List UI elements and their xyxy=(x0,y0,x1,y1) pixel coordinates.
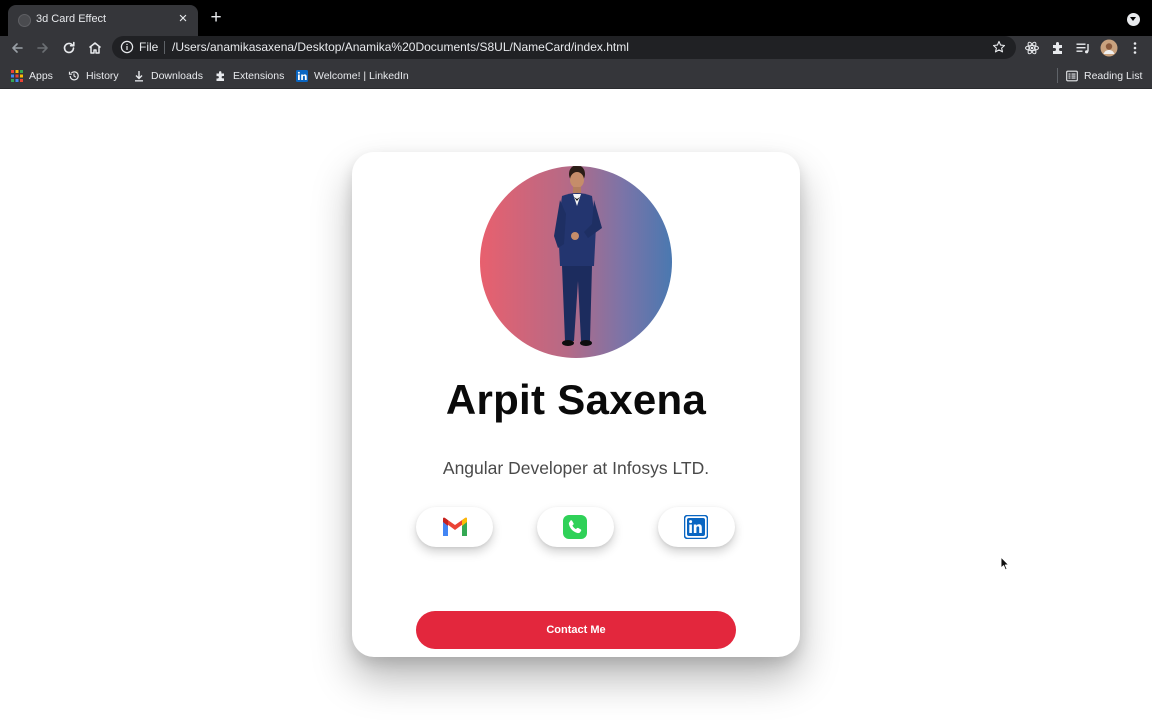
bookmark-star-icon[interactable] xyxy=(992,40,1006,54)
bookmark-label: Welcome! | LinkedIn xyxy=(314,70,409,82)
profile-name: Arpit Saxena xyxy=(445,376,707,423)
bookmarks-divider xyxy=(1057,68,1058,83)
reading-list-label: Reading List xyxy=(1084,70,1143,82)
puzzle-icon xyxy=(216,71,224,81)
url-scheme-label: File xyxy=(139,40,159,54)
person-photo xyxy=(554,166,602,346)
bookmark-history[interactable]: History xyxy=(68,68,119,84)
new-tab-button[interactable]: + xyxy=(207,8,225,27)
profile-avatar-icon[interactable] xyxy=(1100,39,1118,57)
tab-favicon-icon xyxy=(18,14,31,27)
profile-card[interactable]: Arpit Saxena Angular Developer at Infosy… xyxy=(352,152,800,657)
gmail-button[interactable] xyxy=(416,507,493,547)
bookmark-label: Apps xyxy=(29,70,53,82)
tab-strip: 3d Card Effect × + xyxy=(0,0,1152,36)
address-bar[interactable]: File /Users/anamikasaxena/Desktop/Anamik… xyxy=(112,36,1016,59)
forward-arrow-icon[interactable] xyxy=(35,40,51,56)
bookmark-downloads[interactable]: Downloads xyxy=(133,68,203,84)
browser-tab[interactable]: 3d Card Effect × xyxy=(8,5,198,36)
contact-me-button[interactable]: Contact Me xyxy=(416,611,736,649)
tab-title: 3d Card Effect xyxy=(36,13,107,25)
phone-icon xyxy=(563,515,587,539)
mouse-cursor-icon xyxy=(1000,556,1010,571)
address-divider xyxy=(164,41,165,54)
bookmark-extensions[interactable]: Extensions xyxy=(215,68,284,84)
bookmark-label: History xyxy=(86,70,119,82)
browser-menu-icon[interactable] xyxy=(1127,40,1143,56)
tab-close-icon[interactable]: × xyxy=(176,11,190,27)
url-text[interactable]: /Users/anamikasaxena/Desktop/Anamika%20D… xyxy=(172,40,629,54)
linkedin-icon xyxy=(296,70,308,82)
bookmarks-bar: Apps History Downloads Extensions Welcom… xyxy=(0,61,1152,89)
linkedin-button[interactable] xyxy=(658,507,735,547)
bookmark-linkedin[interactable]: Welcome! | LinkedIn xyxy=(296,68,409,84)
profile-avatar xyxy=(480,166,672,358)
react-devtools-icon[interactable] xyxy=(1024,40,1040,56)
reading-list-button[interactable]: Reading List xyxy=(1066,68,1142,84)
apps-grid-icon xyxy=(11,70,23,82)
bookmark-label: Downloads xyxy=(151,70,203,82)
phone-button[interactable] xyxy=(537,507,614,547)
reading-list-icon xyxy=(1066,70,1078,82)
browser-toolbar: File /Users/anamikasaxena/Desktop/Anamik… xyxy=(0,36,1152,61)
info-icon[interactable] xyxy=(120,40,134,54)
profile-role: Angular Developer at Infosys LTD. xyxy=(442,458,710,478)
back-arrow-icon[interactable] xyxy=(9,40,25,56)
download-icon xyxy=(135,71,143,82)
gmail-icon xyxy=(443,517,467,536)
tab-search-icon[interactable] xyxy=(1127,13,1140,26)
bookmark-label: Extensions xyxy=(233,70,285,82)
linkedin-icon xyxy=(684,515,708,539)
extensions-puzzle-icon[interactable] xyxy=(1050,40,1066,56)
home-icon[interactable] xyxy=(87,40,103,56)
media-queue-icon[interactable] xyxy=(1075,40,1091,56)
history-icon xyxy=(68,71,79,81)
bookmark-apps[interactable]: Apps xyxy=(11,68,53,84)
page-viewport: Arpit Saxena Angular Developer at Infosy… xyxy=(0,89,1152,720)
reload-icon[interactable] xyxy=(61,40,77,56)
